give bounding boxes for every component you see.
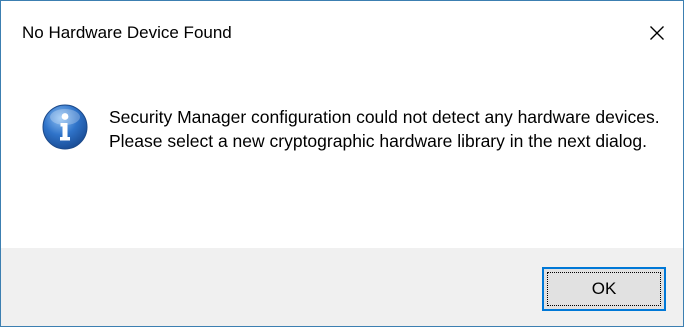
message-text: Security Manager configuration could not…: [109, 105, 669, 153]
ok-button-label: OK: [591, 279, 617, 298]
dialog-window: No Hardware Device Found Security Manage…: [0, 0, 684, 327]
button-bar: OK: [1, 248, 683, 326]
message-line: Security Manager configuration could not…: [109, 107, 660, 127]
message-line: Please select a new cryptographic hardwa…: [109, 131, 647, 151]
title-bar: No Hardware Device Found: [1, 1, 683, 65]
info-icon: [41, 103, 89, 151]
close-icon: [649, 25, 665, 41]
ok-button[interactable]: OK: [542, 267, 666, 311]
close-button[interactable]: [631, 1, 683, 65]
dialog-content: Security Manager configuration could not…: [1, 65, 683, 248]
window-title: No Hardware Device Found: [22, 23, 232, 42]
